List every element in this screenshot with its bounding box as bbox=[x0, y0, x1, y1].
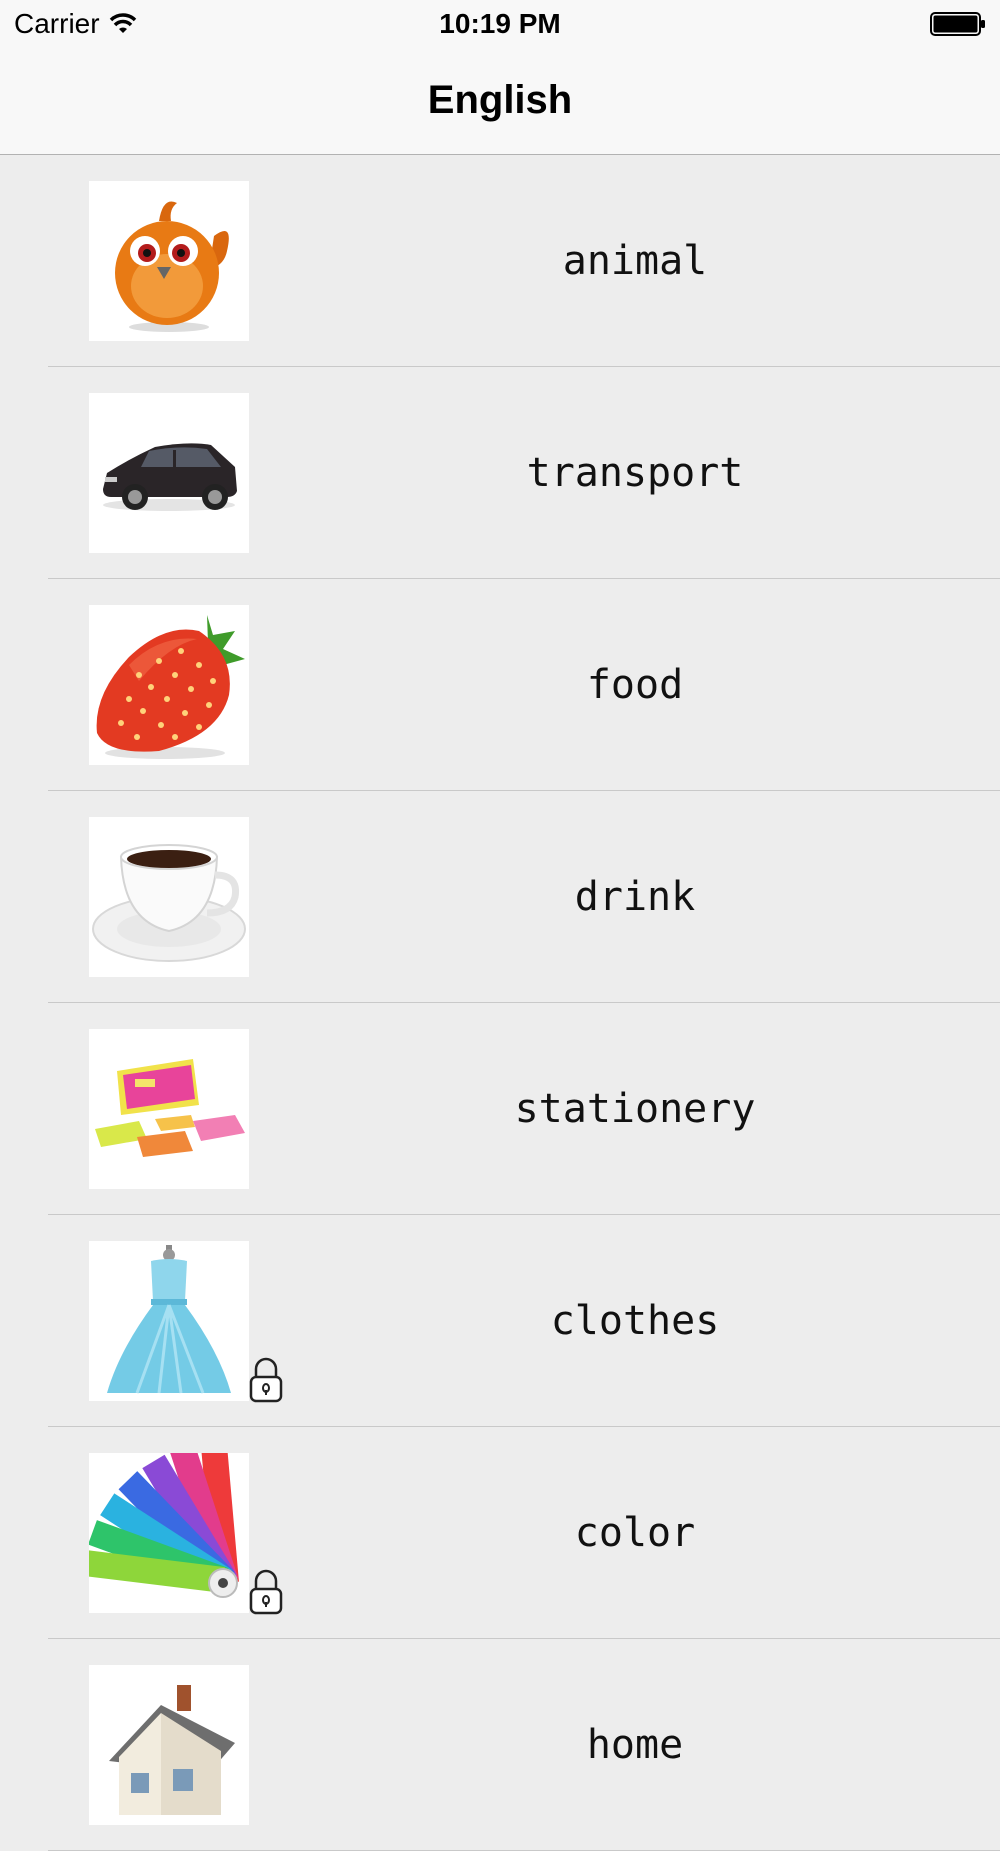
status-time: 10:19 PM bbox=[439, 8, 561, 39]
navigation-bar: English bbox=[0, 48, 1000, 155]
thumbnail bbox=[89, 181, 249, 341]
category-list[interactable]: animal transport food drink stationery c… bbox=[0, 155, 1000, 1851]
list-item-transport[interactable]: transport bbox=[0, 367, 1000, 579]
status-bar: Carrier 10:19 PM bbox=[0, 0, 1000, 48]
battery-icon bbox=[930, 12, 985, 36]
coffee-cup-icon bbox=[92, 844, 246, 962]
list-item-label: color bbox=[574, 1510, 696, 1556]
thumbnail bbox=[89, 1029, 249, 1189]
thumbnail bbox=[89, 1241, 249, 1401]
list-item-stationery[interactable]: stationery bbox=[0, 1003, 1000, 1215]
list-item-animal[interactable]: animal bbox=[0, 155, 1000, 367]
list-item-label: food bbox=[586, 662, 684, 708]
list-item-label: transport bbox=[526, 450, 744, 496]
sticky-notes-icon bbox=[95, 1059, 245, 1157]
thumbnail bbox=[89, 1665, 249, 1825]
bird-icon bbox=[115, 201, 229, 332]
list-item-clothes[interactable]: clothes bbox=[0, 1215, 1000, 1427]
color-swatch-icon bbox=[89, 1453, 239, 1598]
strawberry-icon bbox=[96, 615, 245, 759]
thumbnail bbox=[89, 1453, 249, 1613]
page-title: English bbox=[427, 78, 573, 122]
car-icon bbox=[103, 443, 237, 511]
list-item-label: home bbox=[586, 1722, 684, 1768]
list-item-label: stationery bbox=[514, 1086, 756, 1132]
list-item-color[interactable]: color bbox=[0, 1427, 1000, 1639]
list-item-home[interactable]: home bbox=[0, 1639, 1000, 1851]
list-item-label: animal bbox=[562, 238, 708, 284]
house-icon bbox=[109, 1685, 235, 1815]
list-item-label: clothes bbox=[550, 1298, 720, 1344]
thumbnail bbox=[89, 817, 249, 977]
list-item-food[interactable]: food bbox=[0, 579, 1000, 791]
list-item-label: drink bbox=[574, 874, 696, 920]
thumbnail bbox=[89, 393, 249, 553]
thumbnail bbox=[89, 605, 249, 765]
list-item-drink[interactable]: drink bbox=[0, 791, 1000, 1003]
dress-icon bbox=[107, 1245, 231, 1394]
